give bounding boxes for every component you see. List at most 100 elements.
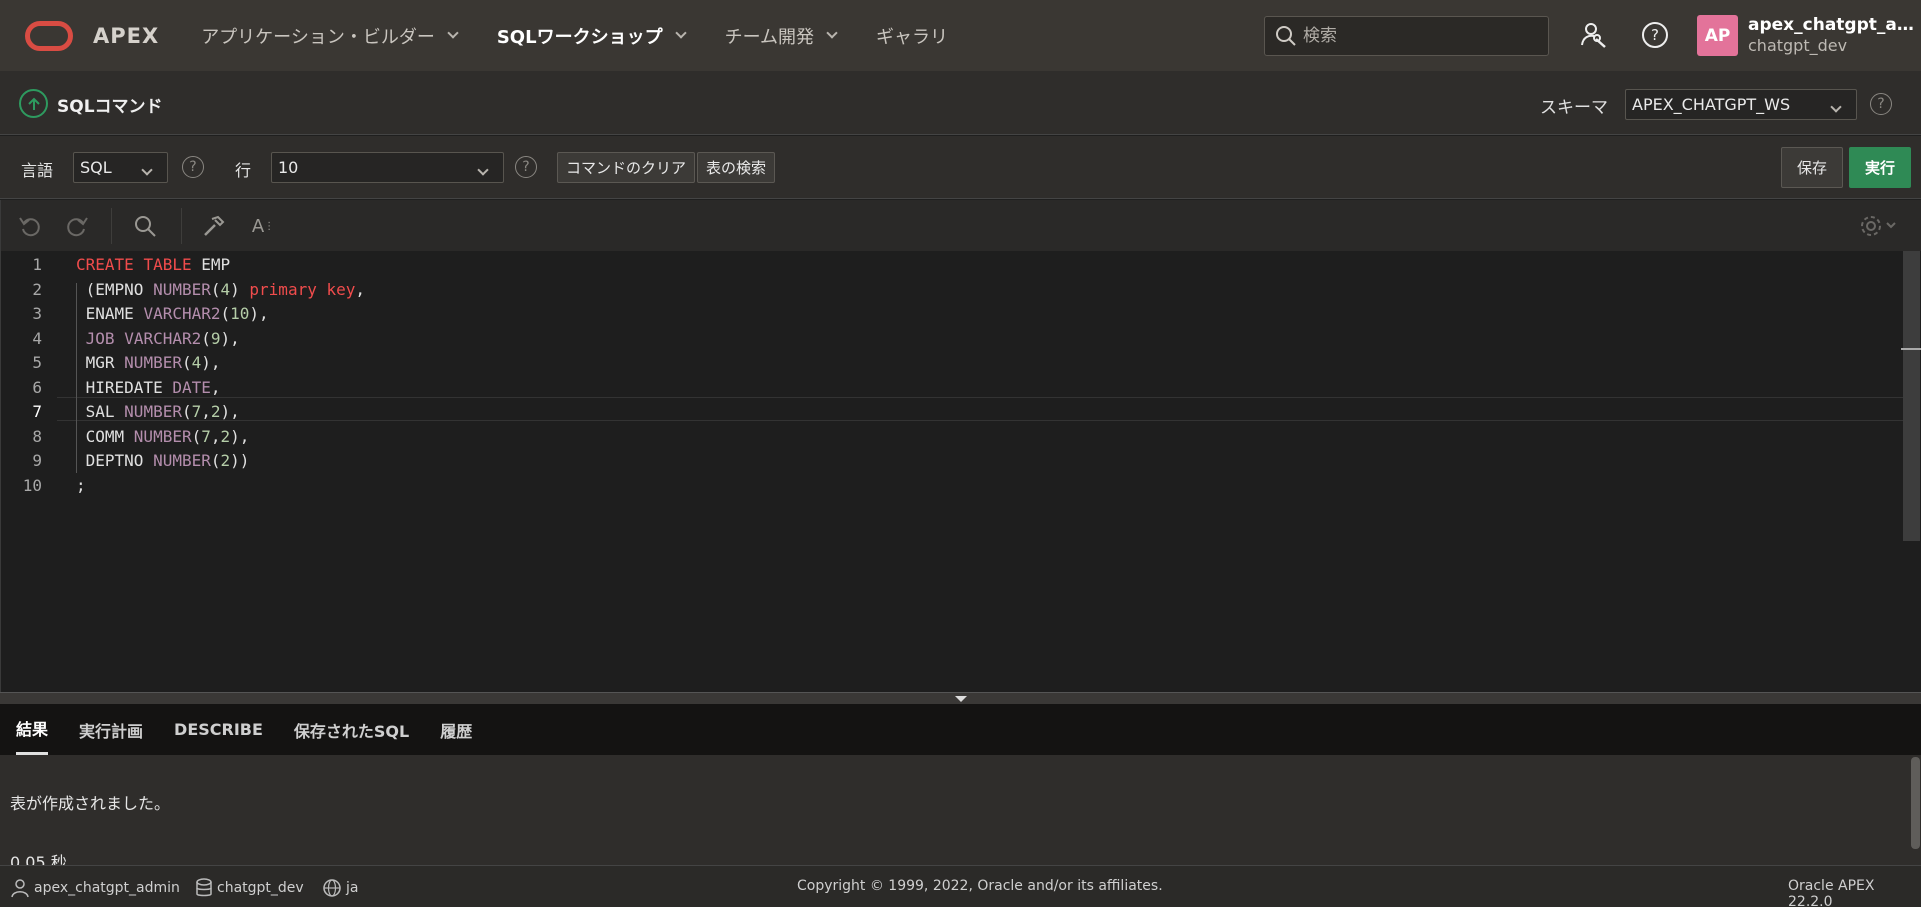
tab-history[interactable]: 履歴 [440,704,472,755]
oracle-logo-icon [25,20,73,51]
tab-saved-sql[interactable]: 保存されたSQL [294,704,409,755]
schema-select[interactable]: APEX_CHATGPT_WS [1625,89,1857,120]
user-name: apex_chatgpt_ad... [1748,15,1918,35]
user-wrench-icon [1581,23,1606,48]
rows-help-icon[interactable]: ? [515,156,537,178]
schema-label: スキーマ [1540,98,1608,118]
sql-code-editor[interactable]: 1 2 3 4 5 6 7 8 9 10 CREATE TABLE EMP (E… [0,251,1921,692]
language-help-icon[interactable]: ? [182,156,204,178]
language-value: SQL [80,158,112,177]
nav-label: チーム開発 [724,26,815,48]
line-number: 7 [32,402,42,421]
gear-icon [1861,216,1896,236]
code-line: ENAME VARCHAR2(10), [76,304,269,323]
divider [181,208,182,244]
elapsed-time: 0.05 秒 [10,853,67,865]
nav-label: ギャラリ [876,26,949,48]
line-number: 8 [32,427,42,446]
code-line: HIREDATE DATE, [76,378,221,397]
line-number: 1 [32,255,42,274]
nav-label: SQLワークショップ [496,26,663,48]
footer-user-name: apex_chatgpt_admin [34,880,180,896]
footer: apex_chatgpt_admin chatgpt_dev ja Copyri… [0,865,1921,907]
chevron-down-icon [447,27,459,39]
avatar[interactable]: AP [1697,15,1738,56]
chevron-down-icon [141,164,153,176]
search-input[interactable] [1303,26,1533,46]
results-scrollbar[interactable] [1911,757,1920,849]
nav-sql-workshop[interactable]: SQLワークショップ [496,23,687,49]
arrow-up-icon[interactable] [19,89,48,118]
clear-command-button[interactable]: コマンドのクリア [557,152,696,183]
search-icon [1276,26,1296,46]
code-line: MGR NUMBER(4), [76,353,221,372]
save-button[interactable]: 保存 [1781,147,1843,188]
undo-icon[interactable] [18,214,42,238]
app: APEX アプリケーション・ビルダー SQLワークショップ チーム開発 ギャラリ [0,0,1921,907]
nav-gallery[interactable]: ギャラリ [876,23,948,49]
line-number: 5 [32,353,42,372]
code-line: DEPTNO NUMBER(2)) [76,451,250,470]
code-line: COMM NUMBER(7,2), [76,427,250,446]
page-title-bar: SQLコマンド スキーマ APEX_CHATGPT_WS ? [0,71,1921,135]
chevron-down-icon [826,27,838,39]
results-panel: 表が作成されました。 0.05 秒 [0,755,1921,865]
find-table-button[interactable]: 表の検索 [697,152,776,183]
globe-icon [323,879,341,897]
font-size-icon[interactable]: A ⋮ [248,214,278,238]
database-icon [196,878,212,897]
scrollbar-marker [1901,348,1921,350]
hammer-icon[interactable] [202,214,226,238]
line-number-gutter: 1 2 3 4 5 6 7 8 9 10 [1,251,57,692]
language-select[interactable]: SQL [73,152,168,183]
line-number: 9 [32,451,42,470]
logo-text: APEX [93,23,160,48]
code-line: CREATE TABLE EMP [76,255,231,274]
footer-user[interactable]: apex_chatgpt_admin [10,878,180,898]
line-number: 10 [22,476,42,495]
rows-select[interactable]: 10 [271,152,504,183]
editor-toolbar: A ⋮ [0,200,1921,251]
code-line: (EMPNO NUMBER(4) primary key, [76,280,366,299]
line-number: 3 [32,304,42,323]
current-line-highlight [57,397,1905,421]
help-button[interactable]: ? [1638,18,1672,52]
font-size-text: A [251,215,265,237]
search-box[interactable] [1264,16,1549,56]
tab-explain[interactable]: 実行計画 [79,704,143,755]
schema-help-icon[interactable]: ? [1870,93,1892,115]
workspace-name: chatgpt_dev [1748,36,1848,55]
editor-scrollbar[interactable] [1903,251,1920,541]
admin-tools-button[interactable] [1577,18,1611,52]
editor-settings-button[interactable] [1859,214,1901,238]
svg-text:?: ? [1651,26,1659,44]
tab-describe[interactable]: DESCRIBE [174,704,263,755]
user-icon [11,879,29,898]
pane-splitter[interactable] [0,692,1921,704]
footer-language[interactable]: ja [322,878,358,898]
nav-app-builder[interactable]: アプリケーション・ビルダー [201,23,459,49]
nav-team-development[interactable]: チーム開発 [724,23,838,49]
chevron-down-icon [477,164,489,176]
top-navigation-bar: APEX アプリケーション・ビルダー SQLワークショップ チーム開発 ギャラリ [0,0,1921,71]
command-toolbar: 言語 SQL ? 行 10 ? コマンドのクリア 表の検索 保存 実行 [0,136,1921,199]
footer-workspace-name: chatgpt_dev [217,880,304,896]
code-line: JOB VARCHAR2(9), [85,329,240,348]
footer-workspace[interactable]: chatgpt_dev [195,878,304,898]
schema-value: APEX_CHATGPT_WS [1632,95,1791,114]
rows-label: 行 [235,161,252,180]
main-nav: アプリケーション・ビルダー SQLワークショップ チーム開発 ギャラリ [201,23,988,49]
nav-label: アプリケーション・ビルダー [201,26,435,48]
apex-logo[interactable]: APEX [25,20,160,51]
tab-results[interactable]: 結果 [16,704,49,755]
find-icon[interactable] [133,214,157,238]
redo-icon[interactable] [65,214,89,238]
caret-down-icon[interactable] [955,696,967,702]
divider [111,208,112,244]
line-number: 6 [32,378,42,397]
run-button[interactable]: 実行 [1849,147,1911,188]
rows-value: 10 [278,158,299,177]
help-circle-icon: ? [1642,22,1668,48]
result-message: 表が作成されました。 [10,794,171,813]
user-menu[interactable]: apex_chatgpt_ad... chatgpt_dev [1748,15,1918,55]
